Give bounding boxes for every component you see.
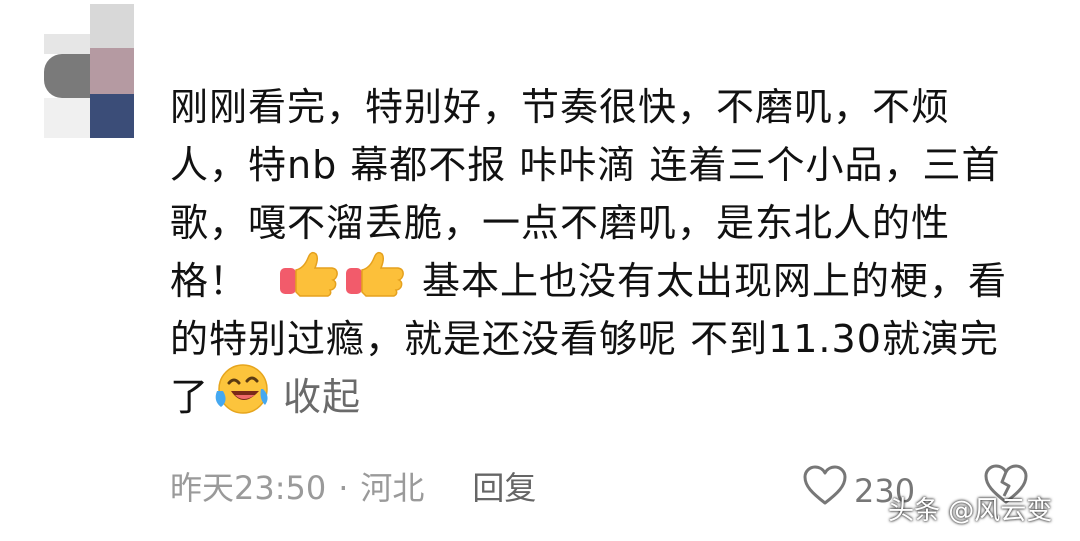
avatar-pixel xyxy=(90,48,134,94)
thumbs-up-icon xyxy=(278,248,340,314)
comment-line: 刚刚看完，特别好，节奏很快，不磨叽，不烦 xyxy=(170,85,951,129)
avatar-pixel xyxy=(90,4,134,48)
avatar-pixel xyxy=(44,98,90,138)
laughing-crying-icon xyxy=(211,361,271,433)
avatar-pixel xyxy=(44,34,90,54)
reply-button[interactable]: 回复 xyxy=(472,466,536,510)
comment-line: 人，特nb 幕都不报 咔咔滴 连着三个小品，三首 xyxy=(170,143,1001,187)
comment-screen: 刚刚看完，特别好，节奏很快，不磨叽，不烦 人，特nb 幕都不报 咔咔滴 连着三个… xyxy=(0,0,1080,541)
thumbs-up-icon xyxy=(344,248,406,314)
comment-line: 了 收起 xyxy=(170,364,1050,426)
comment-meta: 昨天23:50 · 河北 回复 xyxy=(170,466,536,510)
comment-location: 河北 xyxy=(360,469,425,507)
comment-line: 歌，嘎不溜丢脆，一点不磨叽，是东北人的性 xyxy=(170,201,951,245)
avatar-pixel xyxy=(44,54,90,98)
collapse-button[interactable]: 收起 xyxy=(283,368,361,426)
meta-separator: · xyxy=(338,469,349,507)
heart-icon xyxy=(802,464,848,517)
avatar-pixel xyxy=(90,94,134,138)
avatar[interactable] xyxy=(44,4,134,138)
comment-line: 的特别过瘾，就是还没看够呢 不到11.30就演完 xyxy=(170,317,999,361)
comment-text: 刚刚看完，特别好，节奏很快，不磨叽，不烦 人，特nb 幕都不报 咔咔滴 连着三个… xyxy=(170,78,1050,426)
comment-line: 格！ 基本上也没有太出现网上的梗，看 xyxy=(170,251,1050,310)
watermark: 头条 @风云变 xyxy=(888,496,1053,526)
comment-time: 昨天23:50 xyxy=(170,469,327,507)
